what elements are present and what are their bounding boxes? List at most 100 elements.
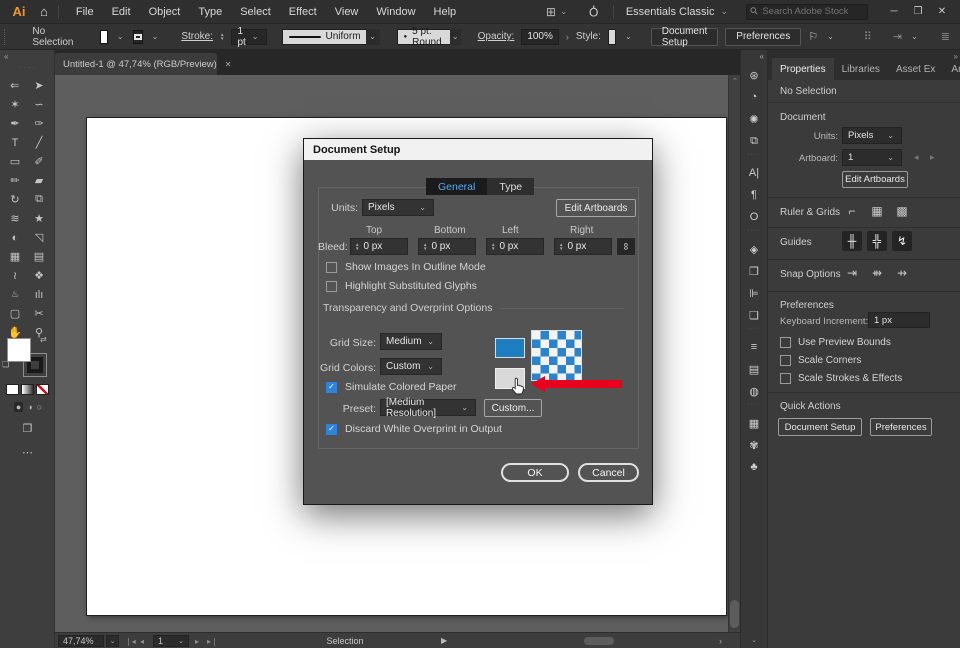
fill-color-swatch[interactable] <box>100 29 108 44</box>
menu-item[interactable]: View <box>326 6 368 18</box>
checkbox-unchecked[interactable] <box>326 280 337 292</box>
close-tab-icon[interactable]: ✕ <box>225 60 232 69</box>
align-panel-icon[interactable]: ⊫ <box>741 282 767 304</box>
minimize-button[interactable]: ─ <box>882 3 906 21</box>
shape-builder-tool[interactable]: ◐ <box>3 228 27 247</box>
quick-action-document-setup-button[interactable]: Document Setup <box>778 418 862 436</box>
arrange-documents-icon[interactable]: ⊞ <box>546 5 556 19</box>
puppet-warp-tool[interactable]: ★ <box>27 209 51 228</box>
mesh-tool[interactable]: ▦ <box>3 247 27 266</box>
hamburger-menu-icon[interactable]: ≣ <box>941 30 950 43</box>
tab-libraries[interactable]: Libraries <box>834 58 888 80</box>
scale-tool[interactable]: ⧉ <box>27 190 51 209</box>
chevron-down-icon[interactable]: ⌄ <box>825 32 836 41</box>
brush-definition-dropdown[interactable]: ● 5 pt. Round ⌄ <box>396 26 461 48</box>
magic-wand-tool[interactable]: ✶ <box>3 95 27 114</box>
edit-toolbar-more-icon[interactable]: ⋯ <box>0 446 55 459</box>
discover-lightbulb-icon[interactable]: Ϙ <box>589 5 598 19</box>
gradient-panel-icon[interactable]: ◔ <box>741 86 767 108</box>
previous-artboard-icon[interactable]: ◂ <box>140 637 144 646</box>
stepper-down-icon[interactable]: ▼ <box>491 246 495 251</box>
bleed-field[interactable]: ▲ ▼ 0 px <box>350 238 408 255</box>
type-tool[interactable]: T <box>3 133 27 152</box>
bleed-field[interactable]: ▲ ▼ 0 px <box>554 238 612 255</box>
search-input[interactable] <box>762 6 863 17</box>
drag-grip[interactable] <box>4 28 6 45</box>
curvature-tool[interactable]: ✑ <box>27 114 51 133</box>
smart-guides-icon[interactable]: ↯ <box>892 231 912 251</box>
transform-panel-icon[interactable]: ❏ <box>741 304 767 326</box>
tab-general[interactable]: General <box>426 178 488 195</box>
corner-ruler-icon[interactable]: ⌐ <box>842 201 862 221</box>
menu-item[interactable]: Help <box>425 6 466 18</box>
blend-tool[interactable]: ❖ <box>27 266 51 285</box>
chevron-down-icon[interactable]: ⌄ <box>720 6 728 17</box>
stroke-weight-dropdown[interactable]: 1 pt ⌄ <box>231 26 267 48</box>
snap-options-icon[interactable]: ⇥ <box>893 30 902 43</box>
quick-action-preferences-button[interactable]: Preferences <box>870 418 932 436</box>
stroke-weight-stepper[interactable]: ▲ ▼ <box>220 32 224 41</box>
menu-item[interactable]: Type <box>189 6 231 18</box>
perspective-grid-tool[interactable]: ◹ <box>27 228 51 247</box>
preset-dropdown[interactable]: [Medium Resolution] ⌄ <box>380 397 476 419</box>
swap-fill-stroke-icon[interactable]: ⇄ <box>40 335 47 344</box>
checkbox-checked[interactable]: ✓ <box>326 423 337 435</box>
chevron-down-icon[interactable]: ⌄ <box>150 32 161 41</box>
grid-size-dropdown[interactable]: Medium ⌄ <box>380 333 442 350</box>
fill-color-indicator[interactable] <box>7 338 31 362</box>
document-setup-button[interactable]: Document Setup <box>650 26 719 48</box>
opentype-panel-icon[interactable]: O <box>741 206 767 228</box>
menu-item[interactable]: Effect <box>280 6 326 18</box>
color-panel-icon[interactable]: ⊛ <box>741 64 767 86</box>
edit-artboards-button[interactable]: Edit Artboards <box>556 199 636 217</box>
brushes-panel-icon[interactable]: ✾ <box>741 434 767 456</box>
edit-artboards-button[interactable]: Edit Artboards <box>842 171 908 188</box>
maximize-button[interactable]: ❐ <box>906 3 930 21</box>
layers-panel-icon[interactable]: ◈ <box>741 238 767 260</box>
stepper-down-icon[interactable]: ▼ <box>423 246 427 251</box>
previous-artboard-icon[interactable]: ◂ <box>914 152 919 163</box>
pathfinder-panel-icon[interactable]: ⧉ <box>741 130 767 152</box>
cancel-button[interactable]: Cancel <box>578 463 639 482</box>
pen-tool[interactable]: ✒ <box>3 114 27 133</box>
stroke-panel-icon[interactable]: ≡ <box>741 336 767 358</box>
stepper-down-icon[interactable]: ▼ <box>559 246 563 251</box>
scroll-right-icon[interactable]: › <box>719 636 722 646</box>
style-swatch[interactable] <box>607 28 617 45</box>
snap-to-grid-icon[interactable]: ⇻ <box>867 263 887 283</box>
chevron-down-icon[interactable]: ⌄ <box>367 32 378 41</box>
lock-guides-icon[interactable]: ╬ <box>867 231 887 251</box>
artboard-dropdown[interactable]: 1 ⌄ <box>842 149 902 166</box>
collapse-toolbar-icon[interactable]: « <box>4 52 8 61</box>
chevron-down-icon[interactable]: ⌄ <box>909 32 920 41</box>
rotate-tool[interactable]: ↻ <box>3 190 27 209</box>
workspace-switcher[interactable]: Essentials Classic <box>626 6 715 18</box>
last-artboard-icon[interactable]: ▸❘ <box>207 637 218 646</box>
horizontal-scrollbar[interactable] <box>459 637 715 645</box>
dock-scroll-icon[interactable]: ⌄ <box>741 636 767 644</box>
none-mode-button[interactable] <box>36 384 49 395</box>
stepper-down-icon[interactable]: ▼ <box>355 246 359 251</box>
grid-dots-icon[interactable]: ⠿ <box>864 30 872 43</box>
paintbrush-tool[interactable]: ✐ <box>27 152 51 171</box>
checkbox-unchecked[interactable] <box>780 336 791 348</box>
home-icon[interactable]: ⌂ <box>40 4 48 19</box>
gradient-mode-button[interactable] <box>21 384 34 395</box>
paragraph-panel-icon[interactable]: ¶ <box>741 184 767 206</box>
units-dropdown[interactable]: Pixels ⌄ <box>842 127 902 144</box>
tab-artboards[interactable]: Artboar <box>943 58 960 80</box>
next-artboard-icon[interactable]: ▸ <box>930 152 935 163</box>
width-tool[interactable]: ≋ <box>3 209 27 228</box>
selection-tool[interactable]: ⇖ <box>3 76 27 95</box>
show-grid-icon[interactable]: ▦ <box>867 201 887 221</box>
pencil-tool[interactable]: ✏ <box>3 171 27 190</box>
close-button[interactable]: ✕ <box>930 3 954 21</box>
stroke-label[interactable]: Stroke: <box>181 31 213 42</box>
eraser-tool[interactable]: ▰ <box>27 171 51 190</box>
chevron-down-icon[interactable]: ⌄ <box>450 32 461 41</box>
direct-selection-tool[interactable]: ➤ <box>27 76 51 95</box>
ok-button[interactable]: OK <box>501 463 569 482</box>
bleed-field[interactable]: ▲ ▼ 0 px <box>418 238 476 255</box>
chevron-down-icon[interactable]: ⌄ <box>560 6 568 17</box>
draw-inside-icon[interactable]: ○ <box>37 402 42 412</box>
